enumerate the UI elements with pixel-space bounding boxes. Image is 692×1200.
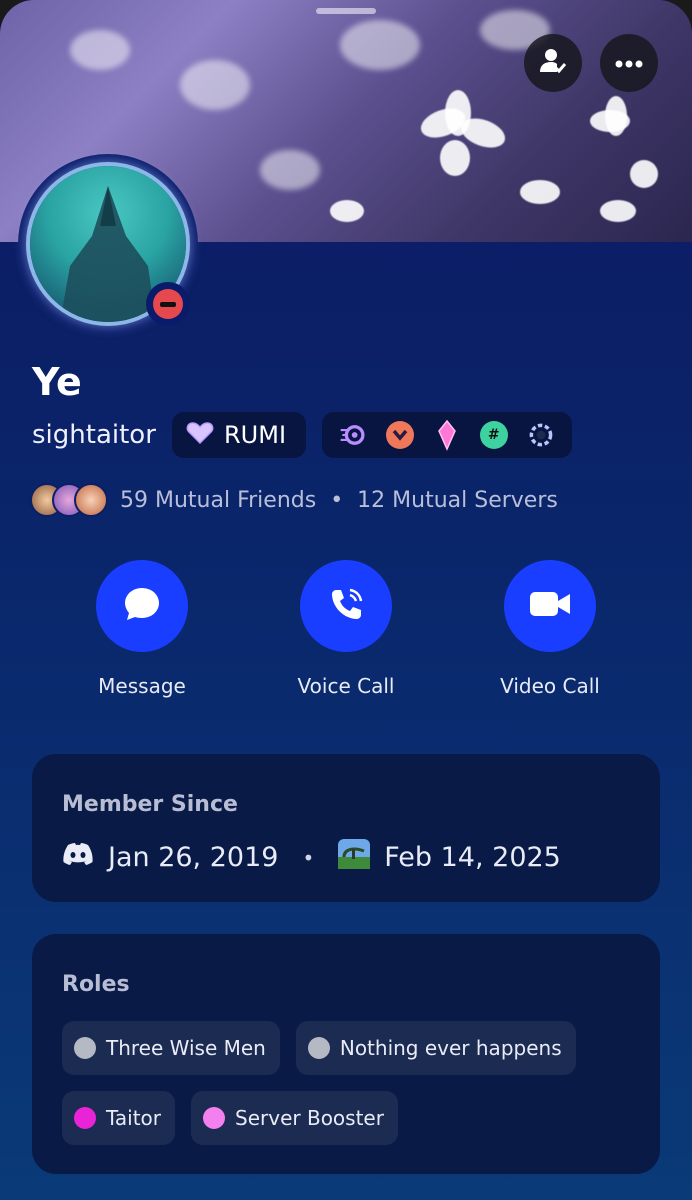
voice-call-button[interactable]: Voice Call: [276, 560, 416, 698]
member-since-title: Member Since: [62, 792, 238, 817]
profile-settings-button[interactable]: [524, 34, 582, 92]
roles-title: Roles: [62, 972, 130, 997]
roles-list: Three Wise Men Nothing ever happens Tait…: [62, 1021, 630, 1145]
dnd-icon: [153, 289, 183, 319]
phone-icon: [326, 584, 366, 628]
laurel-icon[interactable]: [527, 421, 555, 449]
heart-icon: [186, 421, 214, 449]
role-pill[interactable]: Server Booster: [191, 1091, 398, 1145]
more-dots-icon: [614, 54, 644, 73]
mutuals-row[interactable]: 59 Mutual Friends • 12 Mutual Servers: [30, 482, 558, 518]
video-call-button[interactable]: Video Call: [480, 560, 620, 698]
boost-chevron-icon[interactable]: [386, 421, 415, 449]
server-join-date: Feb 14, 2025: [384, 842, 561, 873]
roles-card: Roles Three Wise Men Nothing ever happen…: [32, 934, 660, 1174]
mutual-servers-link[interactable]: 12 Mutual Servers: [357, 488, 558, 513]
server-tag-label: RUMI: [224, 421, 287, 449]
role-color-dot: [74, 1107, 96, 1129]
role-pill[interactable]: Three Wise Men: [62, 1021, 280, 1075]
nitro-icon[interactable]: [339, 421, 367, 449]
hashtag-icon[interactable]: #: [479, 421, 508, 449]
separator-dot: •: [302, 845, 315, 870]
badge-list: #: [322, 412, 572, 458]
more-options-button[interactable]: [600, 34, 658, 92]
gem-icon[interactable]: [433, 419, 461, 451]
message-button[interactable]: Message: [72, 560, 212, 698]
message-label: Message: [98, 674, 186, 698]
discord-join-date: Jan 26, 2019: [108, 842, 279, 873]
member-since-card: Member Since Jan 26, 2019 • Feb 14, 2025: [32, 754, 660, 902]
chat-bubble-icon: [122, 584, 162, 628]
role-name: Three Wise Men: [106, 1036, 266, 1060]
drag-handle[interactable]: [316, 8, 376, 14]
role-pill[interactable]: Taitor: [62, 1091, 176, 1145]
role-color-dot: [203, 1107, 226, 1129]
role-color-dot: [307, 1037, 330, 1059]
video-call-label: Video Call: [500, 674, 600, 698]
display-name: Ye: [32, 360, 82, 404]
separator-dot: •: [330, 487, 344, 513]
role-name: Nothing ever happens: [339, 1036, 562, 1060]
server-tag[interactable]: RUMI: [172, 412, 306, 458]
server-icon: [338, 839, 371, 876]
user-check-icon: [538, 46, 568, 80]
role-name: Taitor: [106, 1106, 162, 1130]
profile-sheet: Ye sightaitor RUMI # 59 Mutual Friends •…: [0, 0, 692, 1200]
voice-call-label: Voice Call: [297, 674, 395, 698]
mutual-avatar: [74, 483, 108, 517]
username: sightaitor: [32, 420, 156, 450]
discord-logo-icon: [62, 842, 94, 873]
mutual-friends-link[interactable]: 59 Mutual Friends: [120, 488, 316, 513]
role-name: Server Booster: [235, 1106, 384, 1130]
role-pill[interactable]: Nothing ever happens: [295, 1021, 576, 1075]
video-camera-icon: [528, 587, 572, 625]
status-indicator: [146, 282, 190, 326]
role-color-dot: [74, 1037, 96, 1059]
